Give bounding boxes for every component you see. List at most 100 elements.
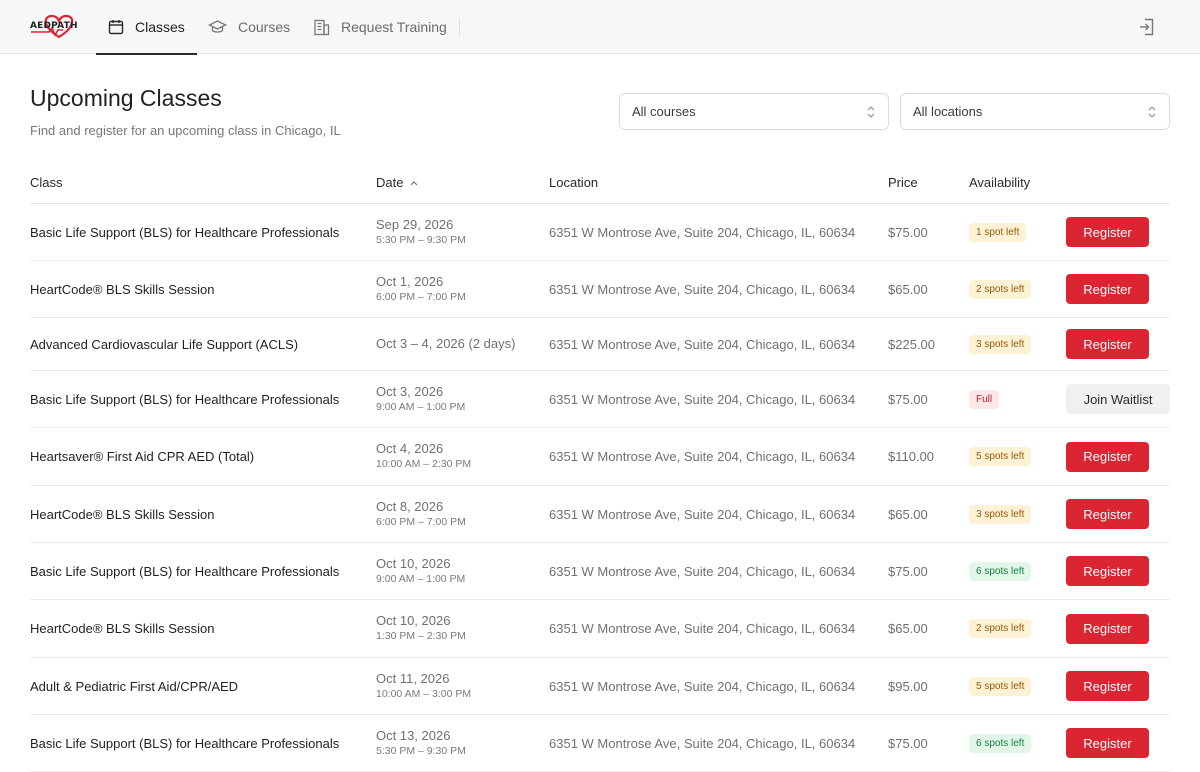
availability-cell: 2 spots left <box>969 261 1032 317</box>
class-price: $75.00 <box>888 391 928 407</box>
sign-in-button[interactable] <box>1136 16 1158 38</box>
class-price: $95.00 <box>888 678 928 694</box>
register-button[interactable]: Register <box>1066 613 1149 644</box>
class-date-cell: Oct 3 – 4, 2026 (2 days) <box>376 318 515 370</box>
action-cell: Register <box>1066 600 1149 657</box>
class-date: Oct 4, 2026 <box>376 441 444 456</box>
class-location: 6351 W Montrose Ave, Suite 204, Chicago,… <box>549 391 856 407</box>
action-cell: Register <box>1066 261 1149 317</box>
aedpath-logo[interactable]: AEDPATH <box>29 13 83 39</box>
class-name: Adult & Pediatric First Aid/CPR/AED <box>30 678 239 694</box>
availability-badge: 2 spots left <box>969 619 1032 638</box>
action-cell: Register <box>1066 715 1149 771</box>
class-date-cell: Oct 10, 2026 9:00 AM – 1:00 PM <box>376 543 465 599</box>
nav-courses-label: Courses <box>238 19 291 35</box>
class-price: $225.00 <box>888 336 935 352</box>
class-price: $65.00 <box>888 281 928 297</box>
nav-divider <box>459 18 460 36</box>
action-cell: Register <box>1066 658 1149 714</box>
availability-badge: 3 spots left <box>969 334 1032 354</box>
register-button[interactable]: Register <box>1066 274 1149 304</box>
class-date-cell: Oct 1, 2026 6:00 PM – 7:00 PM <box>376 261 466 317</box>
action-cell: Register <box>1066 543 1149 599</box>
class-date: Oct 8, 2026 <box>376 498 444 514</box>
class-location: 6351 W Montrose Ave, Suite 204, Chicago,… <box>549 506 856 522</box>
availability-cell: 3 spots left <box>969 486 1032 542</box>
action-cell: Register <box>1066 318 1149 370</box>
availability-cell: 1 spot left <box>969 204 1027 260</box>
class-date: Sep 29, 2026 <box>376 216 454 232</box>
register-button[interactable]: Register <box>1066 728 1149 758</box>
class-time: 6:00 PM – 7:00 PM <box>376 290 466 303</box>
table-row: Heartsaver® First Aid CPR AED (Total) Oct… <box>30 428 1170 486</box>
page-title: Upcoming Classes <box>30 85 222 111</box>
nav-request-training[interactable]: Request Training <box>313 0 447 54</box>
table-row: Basic Life Support (BLS) for Healthcare … <box>30 715 1170 772</box>
action-cell: Register <box>1066 204 1149 260</box>
table-row: Advanced Cardiovascular Life Support (AC… <box>30 318 1170 371</box>
class-date-cell: Oct 11, 2026 10:00 AM – 3:00 PM <box>376 658 471 714</box>
availability-badge: 1 spot left <box>969 222 1027 242</box>
availability-cell: Full <box>969 371 1000 427</box>
table-row: HeartCode® BLS Skills Session Oct 1, 2026… <box>30 261 1170 318</box>
class-date: Oct 11, 2026 <box>376 670 450 686</box>
page-subtitle: Find and register for an upcoming class … <box>30 123 341 138</box>
class-time: 5:30 PM – 9:30 PM <box>376 233 466 246</box>
class-location: 6351 W Montrose Ave, Suite 204, Chicago,… <box>549 336 856 352</box>
register-button[interactable]: Register <box>1066 671 1149 701</box>
top-nav: AEDPATH Classes Courses Request Training <box>0 0 1200 55</box>
availability-badge: 5 spots left <box>969 676 1032 696</box>
class-price: $65.00 <box>888 621 928 636</box>
class-name: Basic Life Support (BLS) for Healthcare … <box>30 224 340 240</box>
availability-cell: 5 spots left <box>969 658 1032 714</box>
column-header-date[interactable]: Date <box>376 175 419 190</box>
class-date-cell: Oct 10, 2026 1:30 PM – 2:30 PM <box>376 600 466 657</box>
class-name: Basic Life Support (BLS) for Healthcare … <box>30 391 340 407</box>
register-button[interactable]: Register <box>1066 329 1149 359</box>
class-date: Oct 10, 2026 <box>376 555 451 571</box>
class-name: HeartCode® BLS Skills Session <box>30 621 215 636</box>
column-header-location: Location <box>549 175 599 190</box>
class-time: 6:00 PM – 7:00 PM <box>376 515 466 528</box>
table-row: Basic Life Support (BLS) for Healthcare … <box>30 543 1170 600</box>
location-filter-select[interactable]: All locations <box>900 93 1170 130</box>
table-row: HeartCode® BLS Skills Session Oct 8, 2026… <box>30 486 1170 543</box>
register-button[interactable]: Register <box>1066 217 1149 247</box>
course-filter-select[interactable]: All courses <box>619 93 889 130</box>
building-icon <box>314 19 330 35</box>
class-date-cell: Oct 3, 2026 9:00 AM – 1:00 PM <box>376 371 465 427</box>
action-cell: Register <box>1066 486 1149 542</box>
join-waitlist-button[interactable]: Join Waitlist <box>1066 384 1170 414</box>
graduation-cap-icon <box>208 20 227 33</box>
class-price: $110.00 <box>888 449 935 464</box>
register-button[interactable]: Register <box>1066 556 1149 586</box>
nav-courses[interactable]: Courses <box>208 0 290 54</box>
class-price: $75.00 <box>888 563 928 579</box>
table-row: Basic Life Support (BLS) for Healthcare … <box>30 371 1170 428</box>
sort-ascending-icon <box>411 180 418 185</box>
class-date: Oct 3, 2026 <box>376 383 444 399</box>
course-filter-value: All courses <box>632 104 696 119</box>
class-location: 6351 W Montrose Ave, Suite 204, Chicago,… <box>549 563 856 579</box>
sign-in-icon <box>1140 18 1154 36</box>
nav-classes-label: Classes <box>135 19 185 35</box>
availability-badge: 2 spots left <box>969 279 1032 299</box>
register-button[interactable]: Register <box>1066 441 1149 472</box>
availability-badge: Full <box>969 389 1000 409</box>
class-name: Basic Life Support (BLS) for Healthcare … <box>30 735 340 751</box>
column-header-availability: Availability <box>969 175 1031 190</box>
class-date-cell: Sep 29, 2026 5:30 PM – 9:30 PM <box>376 204 466 260</box>
availability-badge: 6 spots left <box>969 561 1032 581</box>
action-cell: Join Waitlist <box>1066 371 1170 427</box>
nav-classes[interactable]: Classes <box>96 0 197 55</box>
class-date: Oct 1, 2026 <box>376 273 444 289</box>
class-date-cell: Oct 4, 2026 10:00 AM – 2:30 PM <box>376 428 471 485</box>
class-time: 10:00 AM – 2:30 PM <box>376 458 472 470</box>
chevron-up-down-icon <box>867 106 875 118</box>
logo-wordmark: AEDPATH <box>30 21 78 31</box>
class-date: Oct 3 – 4, 2026 (2 days) <box>376 336 516 351</box>
calendar-icon <box>108 20 124 35</box>
register-button[interactable]: Register <box>1066 499 1149 529</box>
availability-cell: 2 spots left <box>969 600 1032 657</box>
class-date: Oct 10, 2026 <box>376 613 451 628</box>
